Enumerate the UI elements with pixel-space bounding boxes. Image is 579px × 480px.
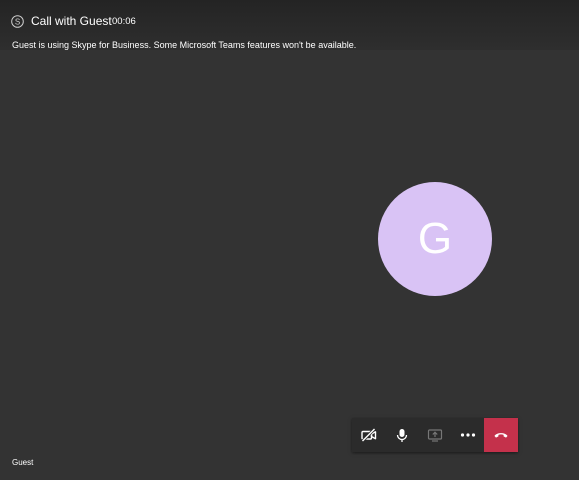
call-window: S Call with Guest 00:06 Guest is using S… — [0, 0, 579, 480]
skype-icon: S — [11, 15, 24, 28]
share-screen-button[interactable] — [418, 418, 451, 452]
mute-button[interactable] — [385, 418, 418, 452]
more-options-icon — [460, 433, 475, 437]
more-options-button[interactable] — [451, 418, 484, 452]
video-toggle-button[interactable] — [352, 418, 385, 452]
compatibility-notice: Guest is using Skype for Business. Some … — [12, 40, 357, 50]
call-controls — [352, 418, 518, 452]
call-header: S Call with Guest 00:06 Guest is using S… — [0, 0, 579, 50]
hang-up-button[interactable] — [484, 418, 518, 452]
avatar: G — [378, 182, 492, 296]
microphone-icon — [396, 428, 407, 442]
avatar-initial: G — [417, 214, 453, 263]
participant-name: Guest — [12, 458, 34, 467]
call-timer: 00:06 — [112, 16, 136, 27]
hang-up-icon — [494, 433, 508, 438]
video-off-icon — [360, 428, 376, 442]
share-screen-icon — [427, 429, 442, 442]
svg-text:S: S — [15, 17, 20, 26]
call-title: Call with Guest — [31, 14, 112, 28]
